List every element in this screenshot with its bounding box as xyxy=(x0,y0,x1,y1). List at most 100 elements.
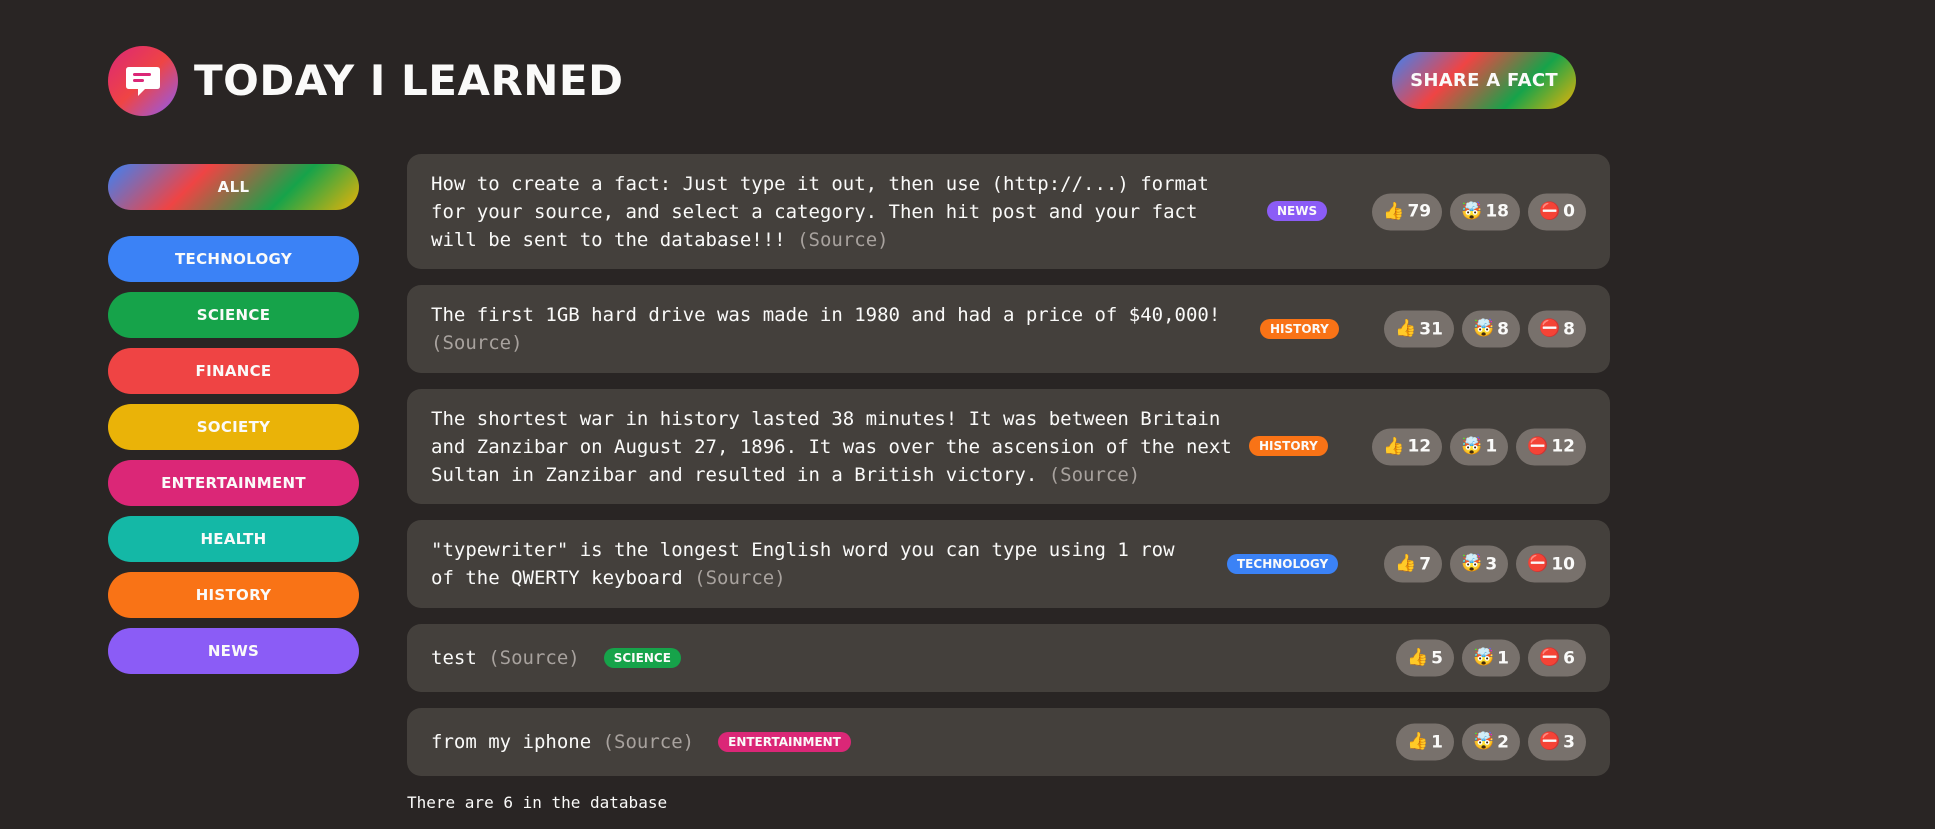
vote-count: 12 xyxy=(1407,436,1432,457)
vote-interesting-button[interactable]: 👍 79 xyxy=(1372,193,1443,230)
vote-count: 2 xyxy=(1497,732,1509,752)
vote-count: 0 xyxy=(1563,201,1575,222)
thumbs-up-icon: 👍 xyxy=(1395,318,1417,339)
vote-count: 8 xyxy=(1497,319,1509,339)
fact-item: from my iphone (Source) ENTERTAINMENT 👍 1… xyxy=(407,708,1610,776)
category-tag: SCIENCE xyxy=(603,648,681,668)
vote-count: 5 xyxy=(1431,648,1443,668)
no-entry-icon: ⛔ xyxy=(1538,318,1561,339)
fact-count-footer: There are 6 in the database xyxy=(407,793,668,812)
fact-text: test (Source) xyxy=(431,644,580,672)
vote-false-button[interactable]: ⛔ 10 xyxy=(1516,545,1586,583)
fact-item: The shortest war in history lasted 38 mi… xyxy=(407,389,1610,504)
category-button-entertainment[interactable]: ENTERTAINMENT xyxy=(108,460,359,506)
fact-body: test xyxy=(431,647,477,669)
vote-buttons: 👍 5 🤯 1 ⛔ 6 xyxy=(1395,639,1586,677)
vote-buttons: 👍 1 🤯 2 ⛔ 3 xyxy=(1395,723,1586,761)
fact-item: "typewriter" is the longest English word… xyxy=(407,520,1610,608)
category-button-science[interactable]: SCIENCE xyxy=(108,292,359,338)
thumbs-up-icon: 👍 xyxy=(1395,553,1417,574)
vote-interesting-button[interactable]: 👍 31 xyxy=(1384,310,1454,348)
vote-false-button[interactable]: ⛔ 12 xyxy=(1516,428,1586,465)
vote-interesting-button[interactable]: 👍 5 xyxy=(1395,639,1454,677)
category-button-society[interactable]: SOCIETY xyxy=(108,404,359,450)
vote-interesting-button[interactable]: 👍 7 xyxy=(1384,545,1443,583)
vote-mindblowing-button[interactable]: 🤯 3 xyxy=(1450,545,1509,583)
logo xyxy=(108,46,178,116)
category-button-history[interactable]: HISTORY xyxy=(108,572,359,618)
vote-interesting-button[interactable]: 👍 12 xyxy=(1372,428,1443,465)
fact-item: test (Source) SCIENCE 👍 5 🤯 1 ⛔ 6 xyxy=(407,624,1610,692)
fact-text: "typewriter" is the longest English word… xyxy=(431,536,1201,592)
vote-false-button[interactable]: ⛔ 8 xyxy=(1527,310,1586,348)
vote-false-button[interactable]: ⛔ 3 xyxy=(1527,723,1586,761)
category-tag: TECHNOLOGY xyxy=(1227,554,1339,574)
source-link[interactable]: (Source) xyxy=(1049,464,1141,486)
category-button-health[interactable]: HEALTH xyxy=(108,516,359,562)
vote-buttons: 👍 79 🤯 18 ⛔ 0 xyxy=(1372,193,1586,230)
speech-bubble-icon xyxy=(126,67,160,96)
mind-blown-icon: 🤯 xyxy=(1461,436,1483,456)
mind-blown-icon: 🤯 xyxy=(1461,553,1483,574)
mind-blown-icon: 🤯 xyxy=(1472,731,1495,752)
source-link[interactable]: (Source) xyxy=(488,647,580,669)
vote-count: 1 xyxy=(1497,648,1509,668)
vote-count: 3 xyxy=(1563,732,1575,752)
vote-mindblowing-button[interactable]: 🤯 8 xyxy=(1461,310,1520,348)
no-entry-icon: ⛔ xyxy=(1527,553,1549,574)
category-tag: HISTORY xyxy=(1249,436,1328,456)
vote-buttons: 👍 7 🤯 3 ⛔ 10 xyxy=(1384,545,1586,583)
category-sidebar: ALL TECHNOLOGY SCIENCE FINANCE SOCIETY E… xyxy=(108,164,359,684)
source-link[interactable]: (Source) xyxy=(694,567,786,589)
source-link[interactable]: (Source) xyxy=(431,332,523,354)
vote-buttons: 👍 31 🤯 8 ⛔ 8 xyxy=(1384,310,1586,348)
fact-text: from my iphone (Source) xyxy=(431,728,694,756)
mind-blown-icon: 🤯 xyxy=(1472,647,1495,668)
source-link[interactable]: (Source) xyxy=(797,229,889,251)
no-entry-icon: ⛔ xyxy=(1538,647,1561,668)
vote-interesting-button[interactable]: 👍 1 xyxy=(1395,723,1454,761)
thumbs-up-icon: 👍 xyxy=(1406,731,1429,752)
category-button-all[interactable]: ALL xyxy=(108,164,359,210)
fact-text: The first 1GB hard drive was made in 198… xyxy=(431,301,1251,357)
category-tag: HISTORY xyxy=(1260,319,1339,339)
vote-false-button[interactable]: ⛔ 0 xyxy=(1527,193,1586,230)
category-button-finance[interactable]: FINANCE xyxy=(108,348,359,394)
vote-count: 1 xyxy=(1431,732,1443,752)
fact-body: The first 1GB hard drive was made in 198… xyxy=(431,304,1221,326)
no-entry-icon: ⛔ xyxy=(1538,201,1561,221)
thumbs-up-icon: 👍 xyxy=(1406,647,1429,668)
category-button-technology[interactable]: TECHNOLOGY xyxy=(108,236,359,282)
vote-count: 6 xyxy=(1563,648,1575,668)
fact-item: The first 1GB hard drive was made in 198… xyxy=(407,285,1610,373)
share-fact-button[interactable]: SHARE A FACT xyxy=(1392,52,1576,109)
vote-count: 12 xyxy=(1551,436,1575,457)
app-header: TODAY I LEARNED SHARE A FACT xyxy=(108,45,1610,116)
vote-mindblowing-button[interactable]: 🤯 1 xyxy=(1450,428,1509,465)
source-link[interactable]: (Source) xyxy=(603,731,695,753)
vote-buttons: 👍 12 🤯 1 ⛔ 12 xyxy=(1372,428,1586,465)
category-button-news[interactable]: NEWS xyxy=(108,628,359,674)
vote-false-button[interactable]: ⛔ 6 xyxy=(1527,639,1586,677)
vote-mindblowing-button[interactable]: 🤯 18 xyxy=(1450,193,1520,230)
vote-count: 7 xyxy=(1419,554,1432,574)
facts-list: How to create a fact: Just type it out, … xyxy=(407,154,1610,792)
fact-body: "typewriter" is the longest English word… xyxy=(431,539,1175,589)
vote-mindblowing-button[interactable]: 🤯 2 xyxy=(1461,723,1520,761)
no-entry-icon: ⛔ xyxy=(1538,731,1561,752)
app-title: TODAY I LEARNED xyxy=(194,56,624,105)
mind-blown-icon: 🤯 xyxy=(1461,201,1483,221)
vote-count: 18 xyxy=(1485,201,1509,222)
mind-blown-icon: 🤯 xyxy=(1472,318,1495,339)
vote-count: 8 xyxy=(1563,319,1575,339)
vote-count: 31 xyxy=(1419,319,1443,339)
category-tag: NEWS xyxy=(1267,201,1328,221)
vote-count: 79 xyxy=(1407,201,1432,222)
fact-text: How to create a fact: Just type it out, … xyxy=(431,170,1231,254)
fact-body: from my iphone xyxy=(431,731,592,753)
thumbs-up-icon: 👍 xyxy=(1383,436,1405,456)
thumbs-up-icon: 👍 xyxy=(1383,201,1405,221)
fact-item: How to create a fact: Just type it out, … xyxy=(407,154,1610,269)
vote-count: 10 xyxy=(1551,554,1575,574)
vote-mindblowing-button[interactable]: 🤯 1 xyxy=(1461,639,1520,677)
